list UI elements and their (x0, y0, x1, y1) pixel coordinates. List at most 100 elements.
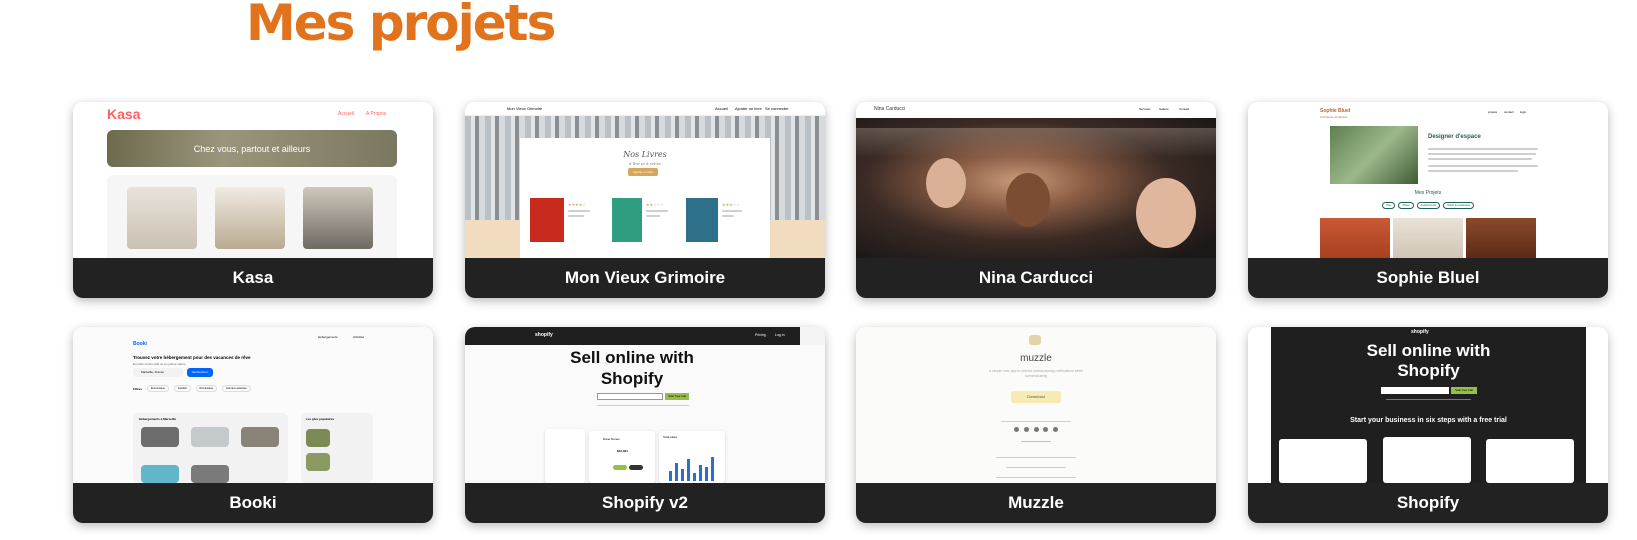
kasa-nav-about: A Propos (366, 111, 387, 117)
booki-nav-stays: Hébergements (318, 335, 338, 339)
text-line (1428, 170, 1518, 172)
project-label: Muzzle (856, 483, 1216, 523)
booki-popular-1 (306, 429, 330, 447)
booki-stay-3 (241, 427, 279, 447)
sophie-heading: Designer d'espace (1428, 134, 1481, 140)
booki-nav-activities: Activités (353, 335, 365, 339)
booki-stay-1 (141, 427, 179, 447)
shopify-step-2 (1383, 437, 1471, 483)
text-line (1021, 441, 1051, 442)
projects-page: Mes projets Kasa Accueil A Propos Chez v… (0, 0, 1637, 540)
kasa-screenshot: Kasa Accueil A Propos Chez vous, partout… (73, 102, 433, 258)
sophie-subtitle: Architecte d'intérieur (1320, 115, 1348, 119)
kasa-nav-home: Accueil (338, 111, 355, 117)
booki-logo: Booki (133, 341, 147, 347)
booki-stay-4 (141, 465, 179, 483)
booki-popular-2 (306, 453, 330, 471)
sophie-filter: Appartements (1416, 202, 1441, 209)
nina-crowd-photo (856, 118, 1216, 258)
grimoire-book-2 (612, 198, 642, 242)
shopify-v2-screenshot: shopify Pricing Log in Sell online with … (465, 327, 825, 483)
project-card-shopify[interactable]: shopify Sell online with Shopify Start f… (1248, 327, 1608, 523)
grimoire-book-3 (686, 198, 718, 242)
booki-stay-5 (191, 465, 229, 483)
project-label: Shopify v2 (465, 483, 825, 523)
project-card-shopify-v2[interactable]: shopify Pricing Log in Sell online with … (465, 327, 825, 523)
sophie-filter: Hôtels & restaurants (1443, 202, 1474, 209)
project-label: Kasa (73, 258, 433, 298)
shopify-v2-nav-pricing: Pricing (755, 333, 766, 337)
sophie-logo: Sophie Bluel (1320, 108, 1351, 114)
booki-filter: Romantique (195, 385, 218, 392)
page-title: Mes projets (246, 0, 556, 52)
shopify-v2-profile-mock: Dane Nunes $12,324 (589, 431, 655, 483)
booki-section-right-title: Les plus populaires (306, 417, 335, 421)
kasa-thumb-2 (215, 187, 285, 249)
sophie-filters: Tous Objets Appartements Hôtels & restau… (1366, 202, 1490, 209)
shopify-v2-nav-login: Log in (775, 333, 785, 337)
shopify-v2-pill (629, 465, 643, 470)
project-card-nina-carducci[interactable]: Nina Carducci Services Galerie Contact N… (856, 102, 1216, 298)
text-line (1006, 467, 1066, 468)
grimoire-book-1 (530, 198, 564, 242)
shopify-v2-owner: Dane Nunes (603, 437, 620, 441)
project-card-booki[interactable]: Booki Hébergements Activités Trouvez vot… (73, 327, 433, 523)
text-line (1386, 399, 1471, 400)
text-line (1428, 158, 1532, 160)
grimoire-screenshot: Mon Vieux Grimoire Accueil Ajouter un li… (465, 102, 825, 258)
text-line (1001, 421, 1071, 422)
grimoire-logo: Mon Vieux Grimoire (507, 106, 543, 111)
kasa-logo: Kasa (107, 106, 141, 122)
nina-light (856, 128, 1216, 158)
grimoire-book-1-meta: ★★★★☆ (568, 202, 592, 217)
kasa-thumb-3 (303, 187, 373, 249)
shopify-v2-logo: shopify (535, 332, 553, 338)
shopify-headline: Sell online with Shopify (1366, 341, 1491, 380)
muzzle-app-icons (1014, 427, 1058, 433)
booki-filters-label: Filtres (133, 386, 143, 391)
project-card-mon-vieux-grimoire[interactable]: Mon Vieux Grimoire Accueil Ajouter un li… (465, 102, 825, 298)
kasa-thumb-1 (127, 187, 197, 249)
shopify-logo: shopify (1411, 329, 1429, 335)
project-label: Sophie Bluel (1248, 258, 1608, 298)
grimoire-heading: Nos Livres (623, 150, 667, 159)
sophie-filter: Tous (1382, 202, 1396, 209)
sophie-nav-login: login (1520, 110, 1527, 114)
sophie-section-title: Mes Projets (1414, 190, 1442, 196)
kasa-gallery (107, 175, 397, 258)
shopify-v2-pill (613, 465, 627, 470)
project-label: Nina Carducci (856, 258, 1216, 298)
grimoire-nav-login: Se connecter (765, 106, 789, 111)
booki-filter: Économique (147, 385, 169, 392)
shopify-v2-cta: Start free trial (665, 393, 689, 400)
text-line (996, 457, 1076, 458)
project-card-sophie-bluel[interactable]: Sophie Bluel Architecte d'intérieur proj… (1248, 102, 1608, 298)
shopify-v2-sales-mock: Total sales (659, 431, 725, 483)
nina-face-2 (1006, 173, 1050, 227)
project-label: Mon Vieux Grimoire (465, 258, 825, 298)
booki-section-left-title: Hébergements à Marseille (139, 417, 177, 421)
booki-screenshot: Booki Hébergements Activités Trouvez vot… (73, 327, 433, 483)
text-line (996, 477, 1076, 478)
muzzle-tagline: a simple mac app to silence embarrassing… (989, 369, 1083, 378)
booki-section-stays: Hébergements à Marseille (133, 413, 288, 483)
nina-nav-contact: Contact (1179, 107, 1190, 111)
text-line (1428, 165, 1538, 167)
booki-filter: Animaux autorisés (222, 385, 251, 392)
shopify-email (1381, 387, 1449, 394)
shopify-subheadline: Start your business in six steps with a … (1350, 417, 1507, 424)
project-card-muzzle[interactable]: muzzle a simple mac app to silence embar… (856, 327, 1216, 523)
shopify-step-3 (1486, 439, 1574, 483)
project-label: Booki (73, 483, 433, 523)
grimoire-book-3-meta: ★★★☆☆ (722, 202, 746, 217)
sophie-nav-contact: contact (1504, 110, 1514, 114)
text-line (1428, 153, 1536, 155)
sophie-project-1 (1320, 218, 1390, 258)
sophie-project-2 (1393, 218, 1463, 258)
muzzle-brand: muzzle (1020, 353, 1052, 364)
text-line (1428, 148, 1538, 150)
nina-screenshot: Nina Carducci Services Galerie Contact (856, 102, 1216, 258)
booki-search-button: Rechercher (187, 368, 213, 377)
project-card-kasa[interactable]: Kasa Accueil A Propos Chez vous, partout… (73, 102, 433, 298)
grimoire-nav-home: Accueil (715, 106, 728, 111)
